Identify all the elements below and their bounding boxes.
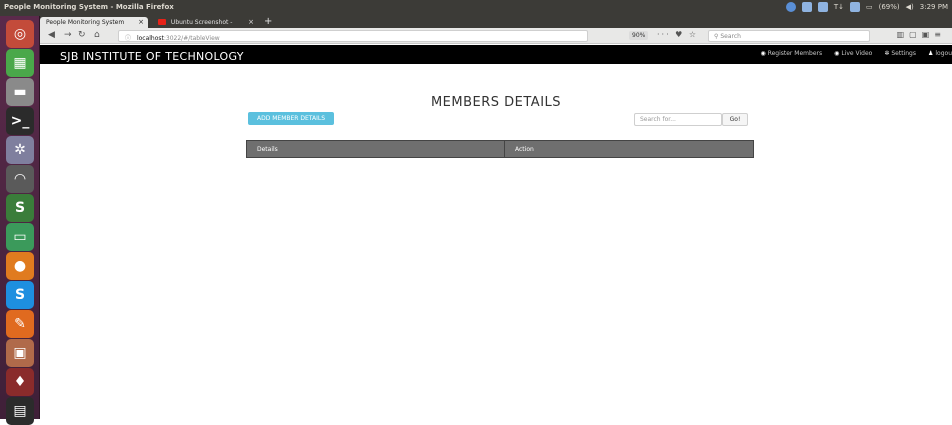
url-path: :3022/#/tableView <box>163 35 220 42</box>
nav-live-video[interactable]: ◉ Live Video <box>834 50 872 57</box>
home-icon[interactable]: ⌂ <box>94 30 100 40</box>
launcher: ◎ ▦ ▬ >_ ✲ ◠ S ▭ ● S ✎ ▣ ♦ ▤ <box>0 16 40 425</box>
tab-ubuntu-screenshot[interactable]: Ubuntu Screenshot - × <box>152 17 258 28</box>
browser-search-input[interactable]: ⚲ Search <box>708 30 870 42</box>
nav-register-members[interactable]: ◉ Register Members <box>760 50 822 57</box>
nav-label: Live Video <box>841 50 873 57</box>
members-table: Details Action <box>246 140 754 158</box>
ide-icon[interactable]: ▤ <box>6 397 34 425</box>
clock[interactable]: 3:29 PM <box>920 3 948 11</box>
system-top-bar: People Monitoring System - Mozilla Firef… <box>0 0 952 16</box>
chrome-icon[interactable] <box>785 2 796 12</box>
keyboard-icon[interactable]: T↓ <box>834 3 844 11</box>
pencil-app-icon[interactable]: ✎ <box>6 310 34 338</box>
new-tab-button[interactable]: + <box>264 16 272 27</box>
toolbar-icons[interactable]: ▥▢▣≡ <box>897 30 946 39</box>
firefox-icon[interactable]: ● <box>6 252 34 280</box>
camera-icon: ◉ <box>760 50 766 57</box>
sublime-text-icon[interactable]: S <box>6 194 34 222</box>
column-header-action: Action <box>515 146 534 153</box>
terminal-icon[interactable]: >_ <box>6 107 34 135</box>
back-icon[interactable]: ◀ <box>48 30 55 40</box>
remote-desktop-icon[interactable]: ▭ <box>6 223 34 251</box>
image-viewer-icon[interactable]: ▣ <box>6 339 34 367</box>
search-placeholder: Search <box>720 33 741 40</box>
column-header-details: Details <box>247 141 505 157</box>
mail-icon[interactable] <box>801 2 812 12</box>
video-icon: ◉ <box>834 50 840 57</box>
tab-close-icon[interactable]: × <box>248 18 254 26</box>
wifi-icon[interactable]: ◠ <box>6 165 34 193</box>
reload-icon[interactable]: ↻ <box>78 30 86 40</box>
nav-label: Register Members <box>767 50 823 57</box>
nav-settings[interactable]: ✲ Settings <box>884 50 916 57</box>
url-host: localhost <box>136 35 164 42</box>
battery-level: (69%) <box>878 3 900 11</box>
tab-label: People Monitoring System <box>46 19 125 26</box>
nav-label: Settings <box>891 50 916 57</box>
tab-people-monitoring[interactable]: People Monitoring System × <box>40 17 148 28</box>
network-icon[interactable] <box>850 2 860 12</box>
tab-label: Ubuntu Screenshot - <box>170 19 233 26</box>
page-title: MEMBERS DETAILS <box>430 95 562 110</box>
wine-icon[interactable]: ♦ <box>6 368 34 396</box>
url-bar[interactable]: ⓘ localhost:3022/#/tableView <box>118 30 588 42</box>
site-info-icon[interactable]: ⓘ <box>125 35 131 42</box>
site-header: SJB INSTITUTE OF TECHNOLOGY ◉ Register Me… <box>40 45 952 64</box>
settings-icon[interactable]: ✲ <box>6 136 34 164</box>
forward-icon[interactable]: → <box>64 30 72 40</box>
nav-label: logou <box>935 50 952 57</box>
youtube-icon <box>158 19 166 25</box>
battery-icon[interactable]: ▭ <box>866 3 873 11</box>
system-tray[interactable]: T↓ ▭ (69%) ◀) 3:29 PM <box>785 2 948 12</box>
nav-logout[interactable]: ♟ logou <box>928 50 952 57</box>
dropbox-icon[interactable] <box>817 2 828 12</box>
add-member-button[interactable]: ADD MEMBER DETAILS <box>248 112 334 125</box>
tab-close-icon[interactable]: × <box>138 18 144 26</box>
spreadsheet-icon[interactable]: ▦ <box>6 49 34 77</box>
skype-icon[interactable]: S <box>6 281 34 309</box>
browser-nav-bar: ◀ → ↻ ⌂ ⓘ localhost:3022/#/tableView 90%… <box>40 28 952 44</box>
ubuntu-dash-icon[interactable]: ◎ <box>6 20 34 48</box>
volume-icon[interactable]: ◀) <box>906 3 914 11</box>
site-brand[interactable]: SJB INSTITUTE OF TECHNOLOGY <box>60 50 244 63</box>
browser-tab-strip: People Monitoring System × Ubuntu Screen… <box>40 16 952 28</box>
zoom-level[interactable]: 90% <box>629 31 649 40</box>
user-icon: ♟ <box>927 50 934 57</box>
go-button[interactable]: Go! <box>722 113 748 126</box>
member-search-input[interactable]: Search for... <box>634 113 722 126</box>
window-title: People Monitoring System - Mozilla Firef… <box>4 3 174 11</box>
gear-icon: ✲ <box>884 50 890 57</box>
page-actions-icon[interactable]: ··· ♥ ☆ <box>657 30 698 39</box>
site-nav: ◉ Register Members ◉ Live Video ✲ Settings … <box>760 50 952 57</box>
